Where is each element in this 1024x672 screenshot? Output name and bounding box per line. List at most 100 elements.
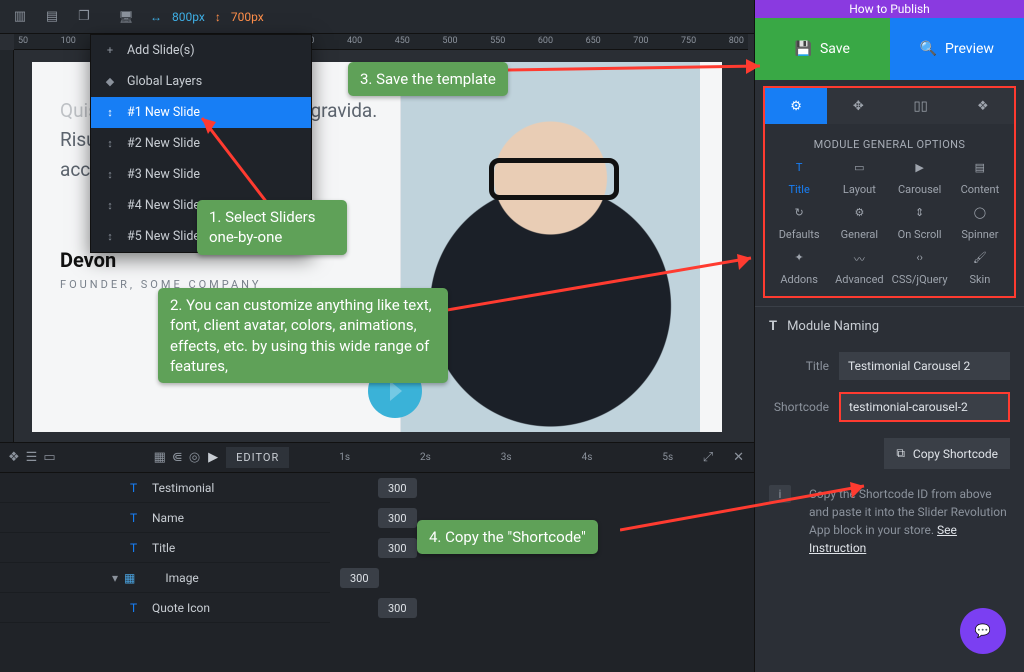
info-icon: i [769, 485, 791, 503]
dropdown-item[interactable]: ↕ #2 New Slide [91, 128, 311, 159]
slide-icon: ↕ [103, 106, 117, 119]
options-title: MODULE GENERAL OPTIONS [769, 138, 1010, 151]
option-label: Content [961, 183, 1000, 196]
chat-fab[interactable]: 💬 [960, 608, 1006, 654]
option-defaults[interactable]: ↻ Defaults [769, 206, 829, 241]
slide-icon: ↕ [103, 137, 117, 150]
option-icon: 🖌 [971, 251, 989, 269]
chevron-down-icon[interactable]: ▾ [112, 571, 118, 585]
magnet-icon[interactable]: ⋐ [172, 450, 183, 465]
dropdown-item[interactable]: ↕#3 New Slide [91, 159, 311, 190]
shortcode-input[interactable]: testimonial-carousel-2 [839, 392, 1010, 422]
timeline-ruler: 1s2s3s4s5s [289, 452, 692, 463]
option-label: Advanced [835, 273, 883, 286]
title-input[interactable]: Testimonial Carousel 2 [839, 352, 1010, 380]
option-title[interactable]: TTitle [769, 161, 829, 196]
timeline-pill[interactable]: 300 [378, 478, 417, 498]
copy-shortcode-button[interactable]: ⧉ Copy Shortcode [884, 438, 1010, 469]
timeline-row[interactable]: T Quote Icon [0, 593, 330, 623]
folder-icon[interactable]: ▭ [43, 450, 55, 465]
slide-icon: ◆ [103, 75, 117, 88]
option-icon: ◯ [971, 206, 989, 224]
layers-toggle-icon[interactable]: ❖ [8, 450, 20, 465]
layer-label: Testimonial [152, 481, 214, 495]
option-label: Skin [969, 273, 990, 286]
layer-label: Image [165, 571, 198, 585]
annotation-3: 3. Save the template [348, 62, 508, 96]
option-icon: ↻ [790, 206, 808, 224]
option-spinner[interactable]: ◯Spinner [950, 206, 1010, 241]
option-label: General [841, 228, 878, 241]
close-icon[interactable]: ✕ [723, 450, 754, 465]
option-general[interactable]: ⚙ General [829, 206, 889, 241]
dropdown-item[interactable]: +Add Slide(s) [91, 35, 311, 66]
save-button[interactable]: 💾 Save [755, 18, 890, 80]
layer-label: Quote Icon [152, 601, 210, 615]
option-skin[interactable]: 🖌 Skin [950, 251, 1010, 286]
move-icon: ✥ [853, 99, 864, 114]
option-advanced[interactable]: 〰 Advanced [829, 251, 889, 286]
option-on-scroll[interactable]: ⇕On Scroll [890, 206, 950, 241]
timeline-layers: TTestimonialTNameTTitle▾▦ImageTQuote Ico… [0, 473, 330, 623]
target-icon[interactable]: ◎ [189, 450, 200, 465]
option-layout[interactable]: ▭Layout [829, 161, 889, 196]
timeline-pill[interactable]: 300 [378, 598, 417, 618]
slide-icon: + [103, 44, 117, 57]
timeline-row[interactable]: TName [0, 503, 330, 533]
ruler-left [0, 50, 14, 442]
option-addons[interactable]: ✦Addons [769, 251, 829, 286]
how-to-publish-banner[interactable]: How to Publish [755, 0, 1024, 18]
canvas-width[interactable]: 800px [172, 10, 205, 24]
option-label: Title [788, 183, 809, 196]
option-label: Layout [843, 183, 876, 196]
panel-toggle-3-icon[interactable]: ❐ [70, 3, 98, 31]
option-icon: ⚙ [850, 206, 868, 224]
section-module-naming[interactable]: T Module Naming [755, 306, 1024, 346]
help-text: Copy the Shortcode ID from above and pas… [809, 485, 1010, 557]
layer-type-icon: T [130, 541, 144, 555]
layer-type-icon: T [130, 601, 144, 615]
grid-icon[interactable]: ▦ [154, 450, 166, 465]
play-icon[interactable]: ▶ [208, 450, 218, 465]
tab-layers[interactable]: ❖ [952, 88, 1014, 124]
editor-tag[interactable]: EDITOR [226, 447, 289, 468]
dropdown-label: #4 New Slide [127, 198, 200, 213]
timeline-row[interactable]: ▾▦Image [0, 563, 330, 593]
timeline-pill[interactable]: 300 [340, 568, 379, 588]
list-icon[interactable]: ☰ [26, 450, 38, 465]
panel-toggle-2-icon[interactable]: ▤ [38, 3, 66, 31]
dropdown-label: #2 New Slide [127, 136, 200, 151]
field-title: Title Testimonial Carousel 2 [755, 346, 1024, 386]
dropdown-label: #5 New Slide [127, 229, 200, 244]
panel-toggle-icon[interactable]: ▥ [6, 3, 34, 31]
timeline-row[interactable]: TTestimonial [0, 473, 330, 503]
option-css-jquery[interactable]: ‹›CSS/jQuery [890, 251, 950, 286]
timeline-row[interactable]: TTitle [0, 533, 330, 563]
timeline-pill[interactable]: 300 [378, 508, 417, 528]
right-panel: How to Publish 💾 Save 🔍 Preview ⚙ ✥ ▯▯ ❖… [754, 0, 1024, 672]
layers-icon: ❖ [977, 99, 989, 114]
dropdown-label: #1 New Slide [127, 105, 200, 120]
timeline-panel: ❖ ☰ ▭ ▦ ⋐ ◎ ▶ EDITOR 1s2s3s4s5s ⤢ ✕ TTes… [0, 442, 754, 672]
desktop-icon[interactable]: 🖥 [112, 3, 140, 31]
tab-general[interactable]: ⚙ [765, 88, 827, 124]
expand-icon[interactable]: ⤢ [693, 450, 723, 465]
preview-button[interactable]: 🔍 Preview [890, 18, 1024, 80]
option-icon: 〰 [850, 251, 868, 269]
timeline-pill[interactable]: 300 [378, 538, 417, 558]
option-label: Addons [780, 273, 818, 286]
dropdown-item[interactable]: ↕ #1 New Slide [91, 97, 311, 128]
dropdown-label: Global Layers [127, 74, 202, 89]
field-shortcode: Shortcode testimonial-carousel-2 [755, 386, 1024, 428]
dropdown-item[interactable]: ◆ Global Layers [91, 66, 311, 97]
tab-align[interactable]: ▯▯ [890, 88, 952, 124]
copy-icon: ⧉ [896, 446, 905, 461]
text-icon: T [769, 319, 777, 334]
annotation-4: 4. Copy the "Shortcode" [417, 520, 598, 554]
canvas-height[interactable]: 700px [231, 10, 264, 24]
option-content[interactable]: ▤Content [950, 161, 1010, 196]
annotation-1: 1. Select Sliders one-by-one [197, 200, 347, 255]
option-label: Defaults [779, 228, 820, 241]
tab-move[interactable]: ✥ [827, 88, 889, 124]
option-carousel[interactable]: ▶Carousel [890, 161, 950, 196]
